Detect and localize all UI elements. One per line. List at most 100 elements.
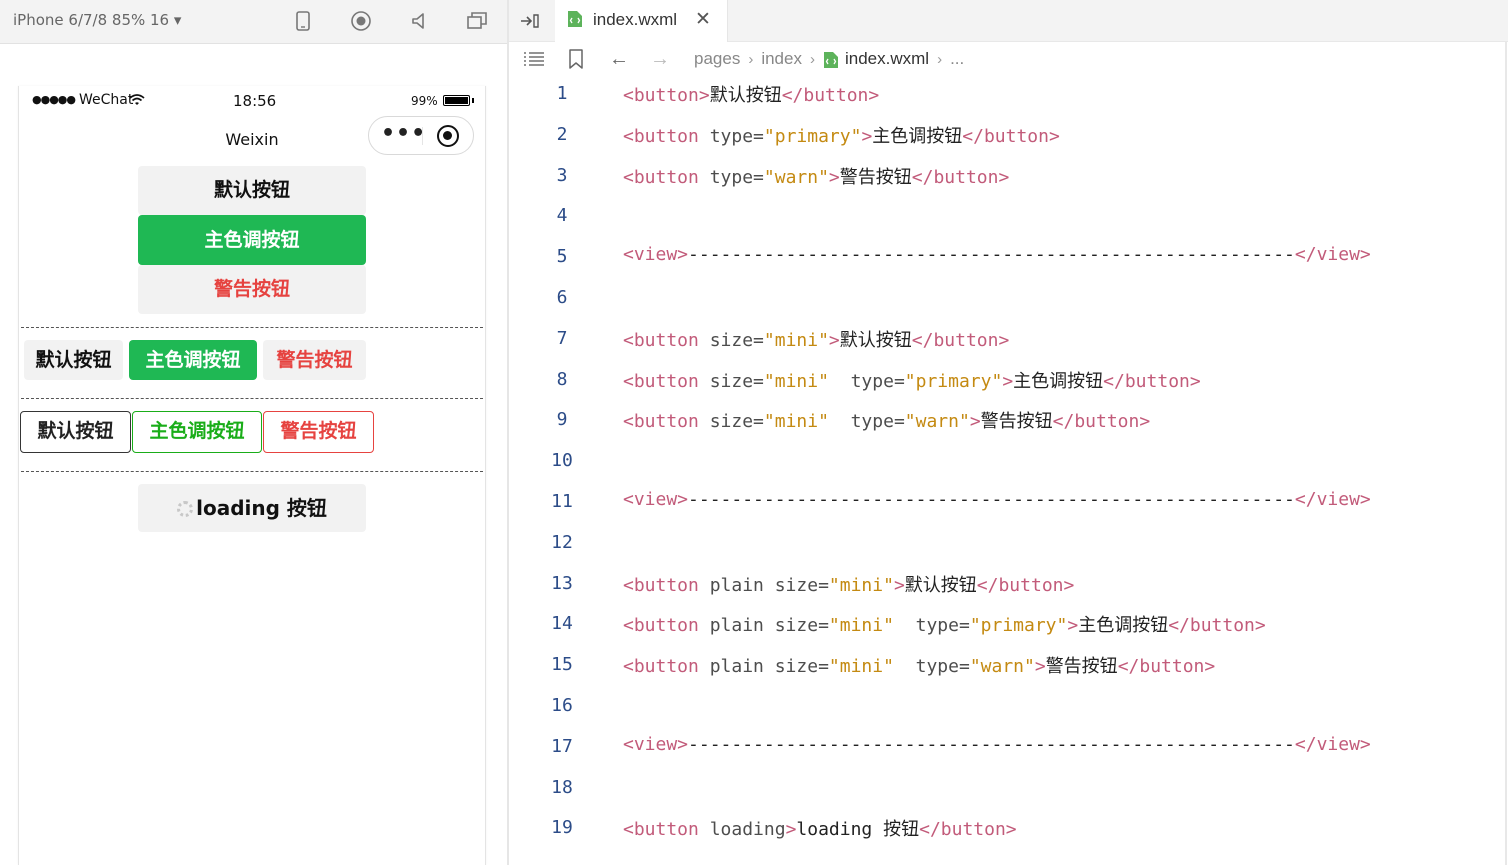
code-line[interactable]: 14 <button plain size="mini" type="primar… (509, 603, 1508, 644)
code-line[interactable]: 16 (509, 685, 1508, 726)
code-token: <button (623, 166, 710, 188)
line-number: 17 (551, 735, 573, 757)
code-text: <button size="mini">默认按钮</button> (623, 326, 1009, 352)
outline-icon[interactable] (523, 51, 545, 72)
bookmark-icon[interactable] (569, 49, 583, 74)
line-number: 4 (556, 205, 568, 227)
code-token: <button (623, 411, 710, 433)
code-line[interactable]: 17 <view>--------------------------------… (509, 726, 1508, 767)
code-line[interactable]: 7 <button size="mini">默认按钮</button> (509, 318, 1508, 359)
code-token: plain size= (709, 574, 829, 596)
code-line[interactable]: 8 <button size="mini" type="primary">主色调按… (509, 359, 1508, 400)
split-editor-icon[interactable] (519, 12, 541, 34)
mini-warn-button[interactable]: 警告按钮 (263, 340, 366, 380)
code-line[interactable]: 1 <button>默认按钮</button> (509, 73, 1508, 114)
code-token: </button> (919, 819, 1017, 841)
code-token: "mini" (763, 370, 829, 392)
line-number: 18 (551, 776, 573, 798)
code-token: "mini" (763, 329, 829, 351)
warn-button[interactable]: 警告按钮 (138, 265, 366, 314)
tab-index-wxml[interactable]: index.wxml ✕ (555, 0, 728, 42)
primary-button[interactable]: 主色调按钮 (138, 215, 366, 265)
code-token: </view> (1294, 733, 1371, 755)
code-token: size= (709, 411, 764, 433)
battery-icon (443, 95, 470, 106)
code-token: 警告按钮 (839, 166, 912, 188)
code-token: </button> (1103, 370, 1201, 392)
chevron-right-icon: › (748, 50, 754, 68)
editor-scrollbar[interactable] (1505, 42, 1507, 865)
tab-label: index.wxml (593, 10, 678, 29)
code-text: <button loading>loading 按钮</button> (623, 815, 1017, 841)
code-token: "mini" (828, 656, 894, 678)
code-line[interactable]: 11 <view>--------------------------------… (509, 481, 1508, 522)
code-line[interactable]: 4 (509, 195, 1508, 236)
code-token: </button> (1117, 656, 1216, 678)
window-icon[interactable] (466, 10, 488, 32)
mini-primary-button[interactable]: 主色调按钮 (129, 340, 257, 380)
code-line[interactable]: 9 <button size="mini" type="warn">警告按钮</b… (509, 399, 1508, 440)
default-button[interactable]: 默认按钮 (138, 166, 366, 215)
code-text: <button type="primary">主色调按钮</button> (623, 122, 1060, 148)
line-number: 13 (551, 572, 573, 594)
code-editor: index.wxml ✕ ← → pages › index › index.w… (509, 0, 1508, 865)
breadcrumb: pages › index › index.wxml › ... (694, 49, 964, 69)
breadcrumb-item[interactable]: ... (950, 49, 964, 69)
loading-button[interactable]: loading 按钮 (138, 484, 366, 532)
more-icon[interactable]: ••• (381, 123, 426, 145)
code-token: type= (709, 125, 764, 147)
code-token: loading 按钮 (796, 819, 920, 841)
device-selector[interactable]: iPhone 6/7/8 85% 16 ▾ (13, 11, 181, 29)
close-icon[interactable]: ✕ (695, 8, 711, 30)
breadcrumb-item[interactable]: pages (694, 49, 740, 69)
phone-icon[interactable] (292, 10, 314, 32)
code-line[interactable]: 6 (509, 277, 1508, 318)
plain-default-button[interactable]: 默认按钮 (20, 411, 131, 453)
loading-spinner-icon (177, 501, 194, 517)
loading-button-label: loading 按钮 (196, 496, 327, 520)
code-line[interactable]: 19 <button loading>loading 按钮</button> (509, 807, 1508, 848)
code-line[interactable]: 12 (509, 522, 1508, 563)
forward-arrow-icon[interactable]: → (650, 48, 670, 71)
breadcrumb-item[interactable]: index (761, 49, 802, 69)
code-token: 警告按钮 (980, 411, 1053, 433)
plain-warn-button[interactable]: 警告按钮 (263, 411, 374, 453)
code-token: <button (623, 329, 710, 351)
code-text: <view>----------------------------------… (623, 489, 1371, 510)
code-token: 警告按钮 (1045, 656, 1118, 678)
code-text: <view>----------------------------------… (623, 734, 1371, 755)
phone-screen: ●●●●● WeChat 18:56 99% Weixin ••• 默认按钮 主… (18, 86, 486, 865)
breadcrumb-item[interactable]: index.wxml (845, 49, 929, 69)
code-line[interactable]: 10 (509, 440, 1508, 481)
close-miniprogram-icon[interactable] (437, 125, 459, 147)
code-line[interactable]: 5 <view>---------------------------------… (509, 236, 1508, 277)
back-arrow-icon[interactable]: ← (609, 48, 629, 71)
code-line[interactable]: 13 <button plain size="mini">默认按钮</button… (509, 563, 1508, 604)
volume-icon[interactable] (408, 10, 430, 32)
carrier-label: WeChat (79, 92, 134, 108)
code-line[interactable]: 18 (509, 767, 1508, 808)
code-token: > (828, 166, 840, 188)
plain-primary-button[interactable]: 主色调按钮 (132, 411, 262, 453)
code-token: loading (709, 819, 786, 841)
code-token: <view> (623, 244, 689, 266)
mini-default-button[interactable]: 默认按钮 (24, 340, 123, 380)
line-number: 1 (556, 83, 568, 104)
status-bar: ●●●●● WeChat 18:56 99% (19, 86, 485, 114)
record-icon[interactable] (350, 10, 372, 32)
code-line[interactable]: 15 <button plain size="mini" type="warn">… (509, 644, 1508, 685)
code-token: size= (709, 370, 764, 392)
code-token: > (1002, 370, 1014, 392)
code-line[interactable]: 3 <button type="warn">警告按钮</button> (509, 155, 1508, 196)
code-token: size= (709, 329, 764, 351)
code-token: "primary" (904, 370, 1003, 392)
code-line[interactable]: 2 <button type="primary">主色调按钮</button> (509, 114, 1508, 155)
line-number: 3 (556, 164, 568, 186)
dashed-divider (21, 398, 483, 399)
code-token: type= (893, 615, 970, 637)
code-text: <button plain size="mini">默认按钮</button> (623, 571, 1074, 597)
code-token: </button> (976, 574, 1075, 596)
code-token: <view> (623, 489, 689, 510)
code-token: plain size= (709, 656, 829, 678)
editor-navbar: ← → pages › index › index.wxml › ... (509, 42, 1508, 76)
